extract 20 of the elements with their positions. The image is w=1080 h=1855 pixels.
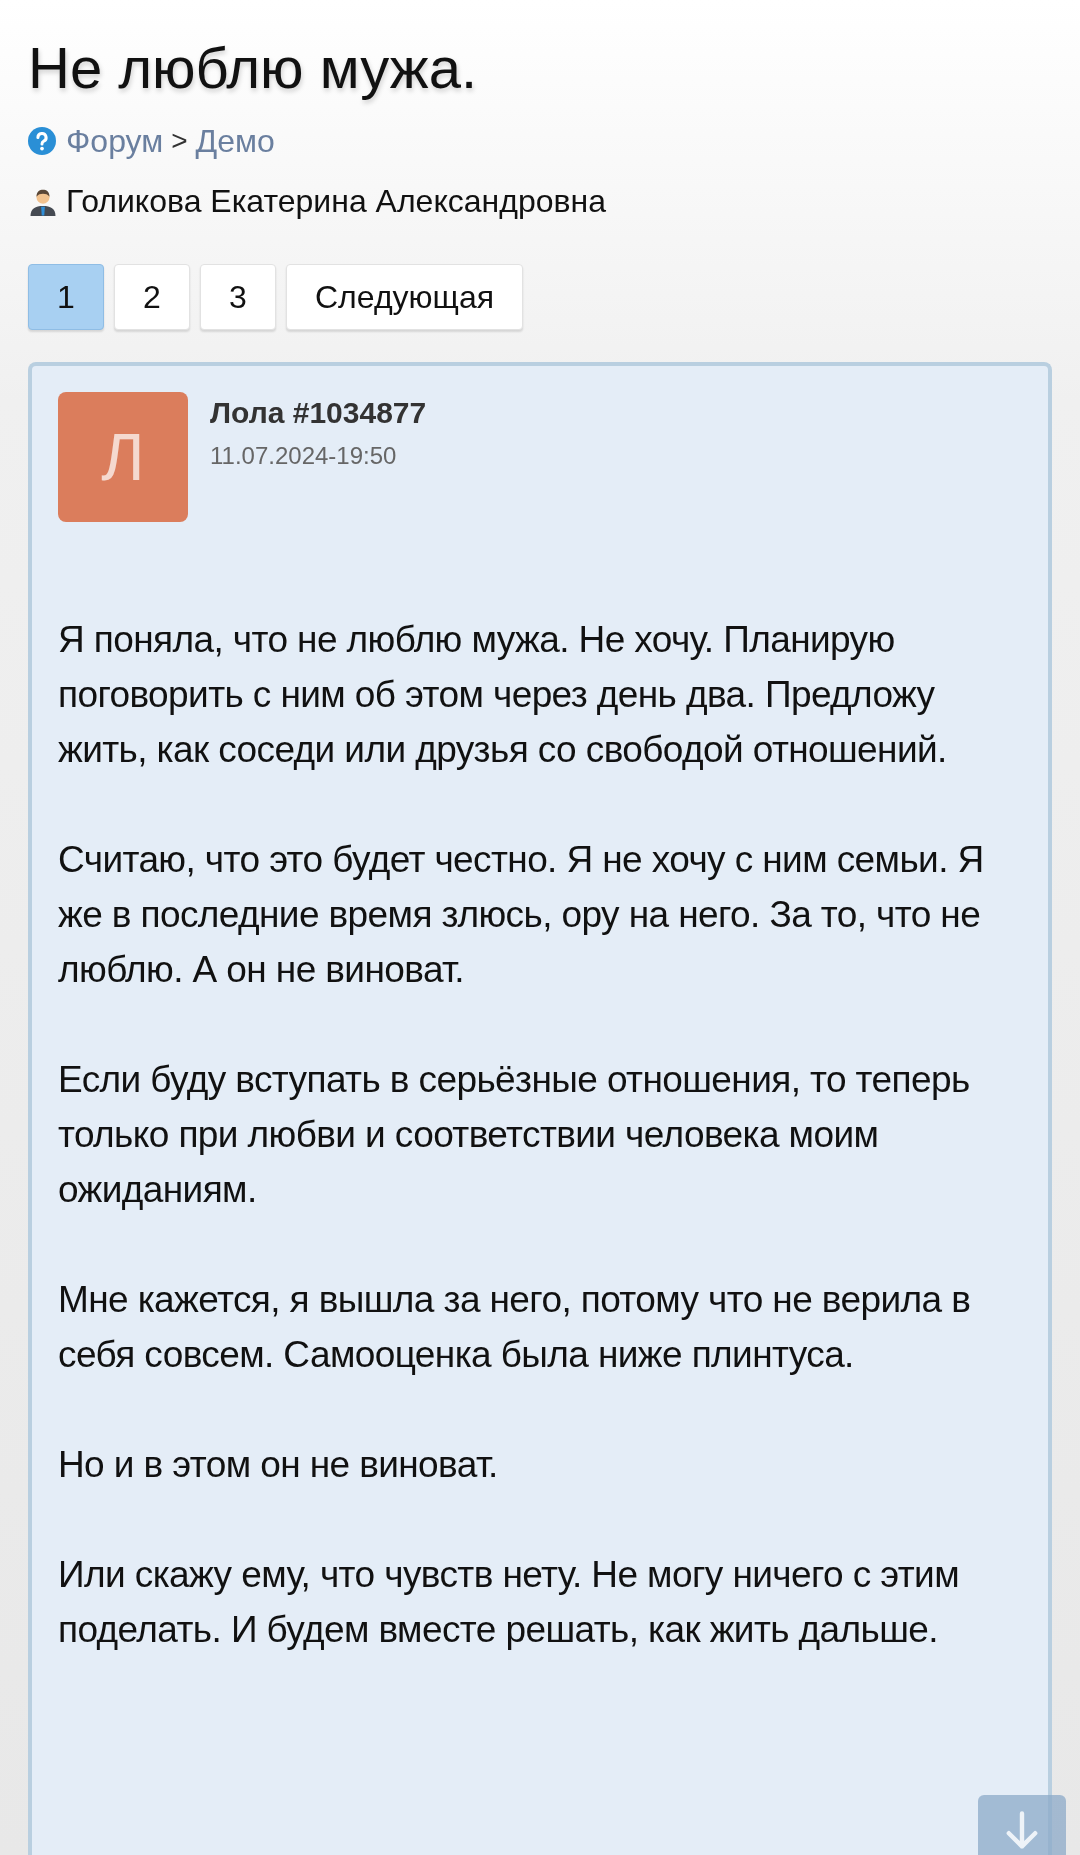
post-paragraph: Или скажу ему, что чувств нету. Не могу ничего с этим поделать. И будем вместе решать, как жить дальше. [58,1553,960,1652]
page-title: Не люблю мужа. [28,34,478,102]
breadcrumb-separator: > [171,125,188,157]
page-button[interactable]: 2 [114,264,190,330]
scroll-down-button[interactable] [978,1795,1066,1855]
post-date: 11.07.2024-19:50 [210,442,398,470]
breadcrumb-link[interactable]: Демо [195,122,275,160]
post-author[interactable]: Лола #1034877 [210,396,427,430]
post-paragraph: Мне кажется, я вышла за него, потому что не верила в себя совсем. Самооценка была ниже плинтуса. [58,1278,972,1377]
post-paragraph: Если буду вступать в серьёзные отношения, то теперь только при любви и соответствии человека моим ожиданиям. [58,1058,971,1212]
page-button[interactable]: Следующая [286,264,523,330]
help-icon [28,127,56,155]
breadcrumb-link[interactable]: Форум [66,122,164,160]
page-button[interactable]: 3 [200,264,276,330]
user-avatar: Л [58,392,188,522]
page-button[interactable]: 1 [28,264,104,330]
post-paragraph: Я поняла, что не люблю мужа. Не хочу. Планирую поговорить с ним об этом через день два. Предложу жить, как соседи или друзья со свободой отношений. [58,618,948,772]
author-name: Голикова Екатерина Александровна [66,182,606,220]
post-paragraph: Но и в этом он не виноват. [58,1443,499,1487]
post-paragraph: Считаю, что это будет честно. Я не хочу с ним семьи. Я же в последние время злюсь, ору на него. За то, что не люблю. А он не виноват. [58,838,985,992]
